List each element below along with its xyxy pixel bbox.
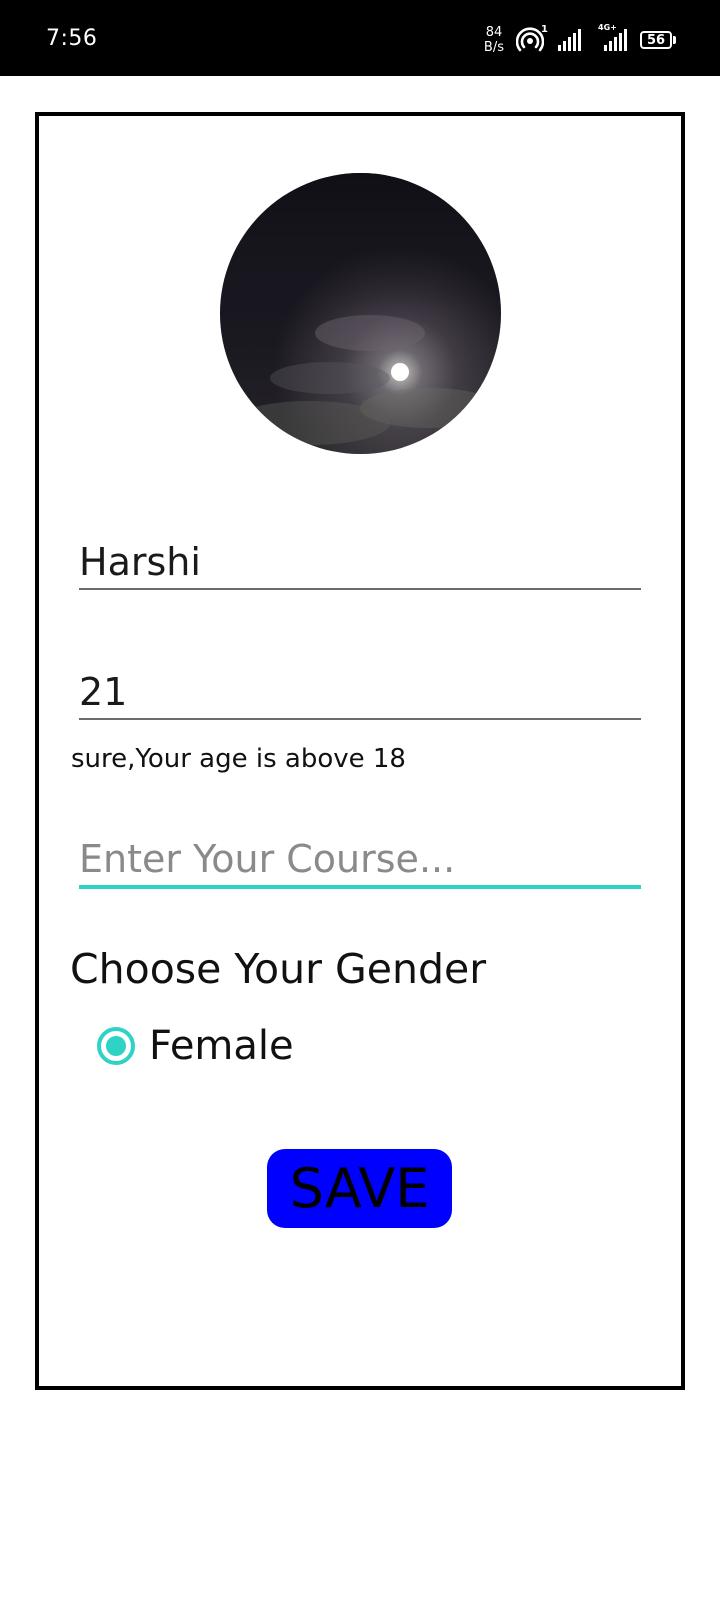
age-input[interactable] [79, 666, 641, 720]
gender-heading: Choose Your Gender [70, 945, 487, 993]
gender-radio-female[interactable]: Female [97, 1023, 294, 1069]
name-input[interactable] [79, 536, 641, 590]
signal-strength-icon [558, 29, 582, 51]
course-input[interactable] [79, 833, 641, 889]
battery-icon: 56 [640, 31, 676, 49]
save-button[interactable]: SAVE [267, 1149, 452, 1228]
gender-option-label[interactable]: Female [149, 1023, 294, 1069]
status-time: 7:56 [46, 26, 98, 51]
profile-image[interactable] [220, 173, 501, 454]
network-speed: 84 B/s [484, 25, 504, 55]
age-validation-message: sure,Your age is above 18 [71, 744, 406, 774]
status-bar: 7:56 84 B/s 1 4G+ 56 [0, 0, 720, 76]
radio-selected-dot [106, 1036, 126, 1056]
network-speed-value: 84 [485, 25, 503, 40]
network-speed-unit: B/s [483, 40, 504, 55]
hotspot-icon: 1 [515, 24, 548, 54]
signal-strength-4g-icon: 4G+ [594, 23, 628, 51]
hotspot-count: 1 [541, 24, 548, 35]
battery-tip [673, 36, 676, 44]
battery-level: 56 [640, 31, 672, 49]
radio-button[interactable] [97, 1027, 135, 1065]
network-type: 4G+ [598, 23, 617, 32]
status-icons: 84 B/s 1 4G+ 56 [484, 23, 676, 56]
